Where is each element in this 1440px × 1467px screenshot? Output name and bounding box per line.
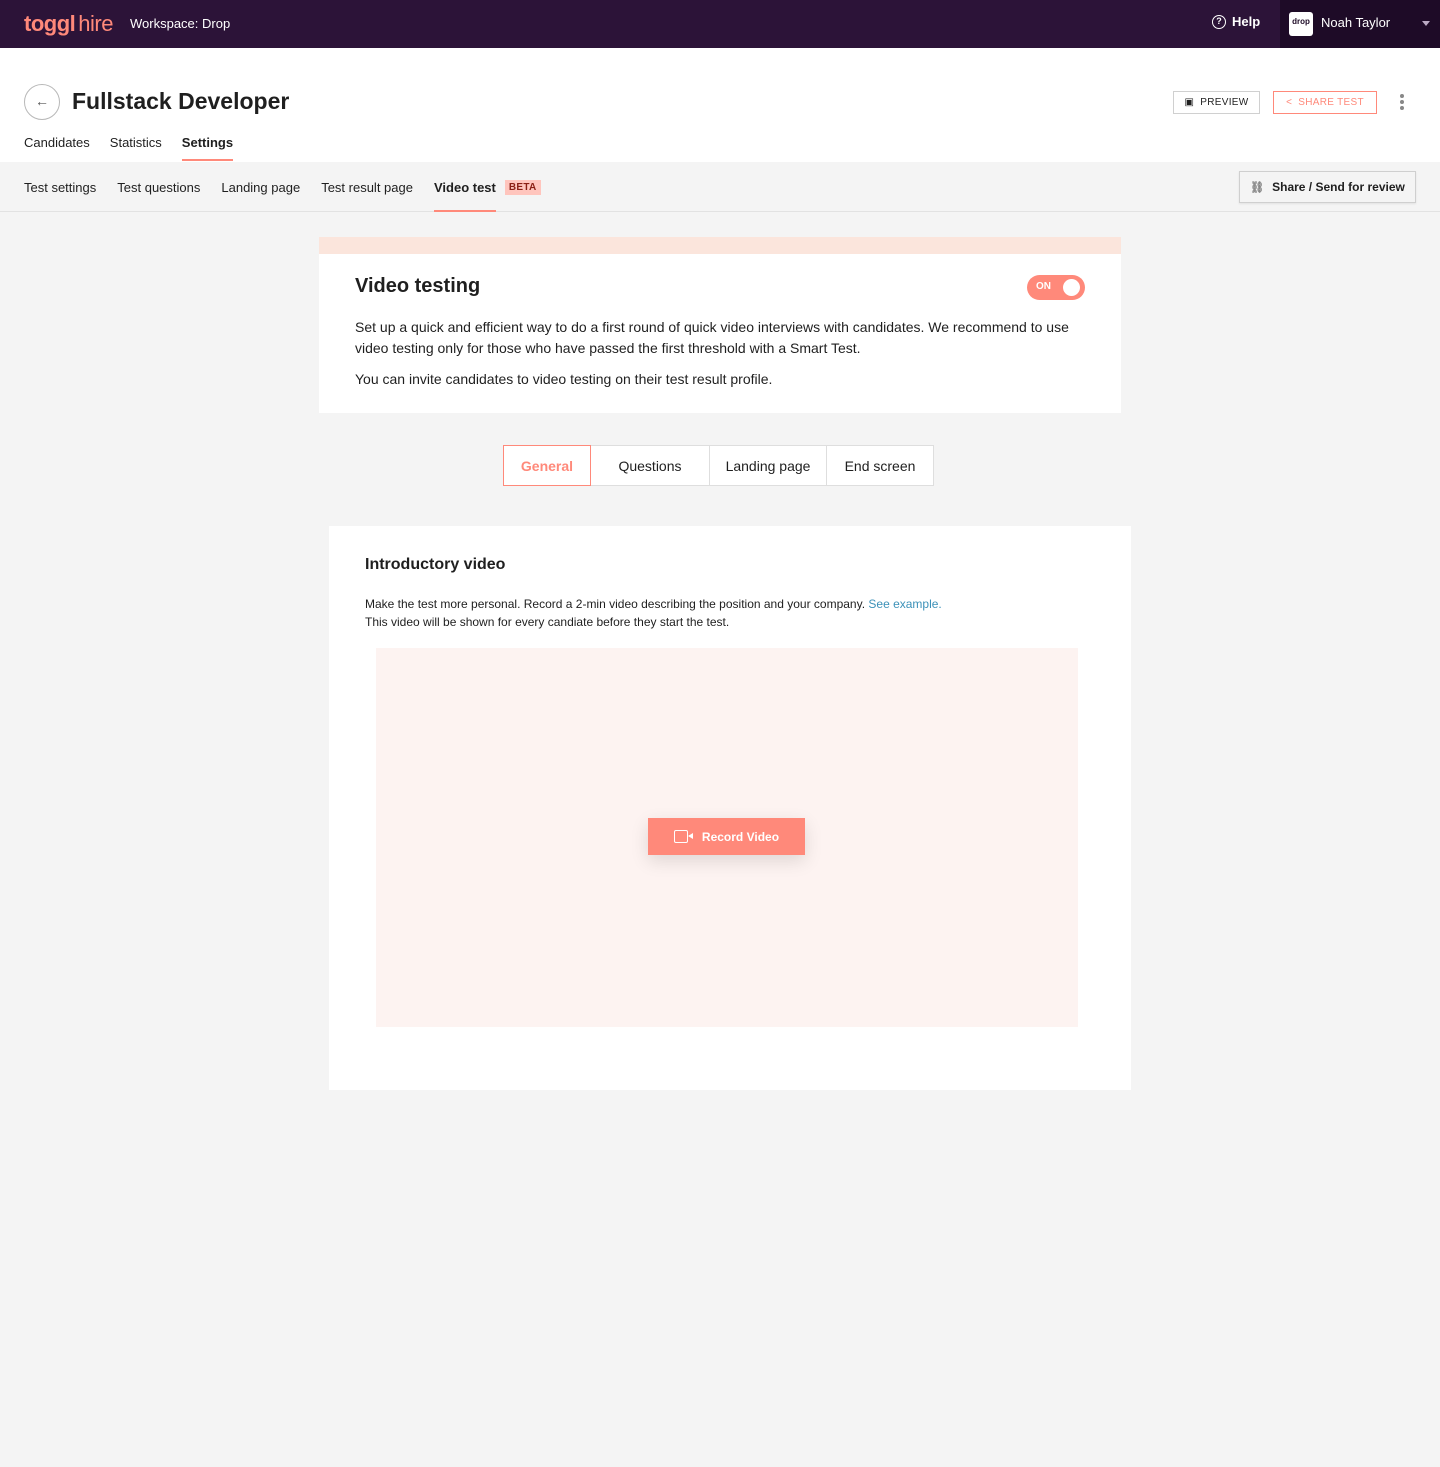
page-title: Fullstack Developer: [72, 88, 290, 114]
workspace-avatar: drop: [1289, 12, 1313, 36]
workspace-label[interactable]: Workspace: Drop: [130, 16, 230, 31]
more-options-icon[interactable]: [1398, 94, 1406, 112]
help-button[interactable]: ? Help: [1212, 14, 1260, 29]
subtab-video-test[interactable]: Video test BETA: [433, 180, 541, 227]
tab-candidates[interactable]: Candidates: [24, 135, 90, 161]
share-test-button[interactable]: < SHARE TEST: [1273, 91, 1377, 114]
description-line-2: This video will be shown for every candi…: [365, 615, 730, 629]
user-name: Noah Taylor: [1321, 15, 1391, 30]
video-testing-toggle[interactable]: ON: [1027, 275, 1085, 300]
see-example-link[interactable]: See example.: [868, 597, 941, 611]
subtab-label: Landing page: [221, 180, 301, 195]
subtab-label: Test result page: [321, 180, 413, 195]
video-test-tabs: General Questions Landing page End scree…: [503, 445, 934, 486]
video-testing-card: Video testing ON Set up a quick and effi…: [319, 237, 1121, 413]
tab-settings[interactable]: Settings: [181, 135, 234, 161]
video-testing-invite-note: You can invite candidates to video testi…: [355, 371, 773, 387]
help-label: Help: [1232, 14, 1261, 29]
segment-general[interactable]: General: [503, 445, 591, 486]
logo-light: hire: [78, 11, 113, 36]
logo-bold: toggl: [24, 11, 76, 36]
caret-down-icon: [1422, 21, 1430, 26]
record-video-button[interactable]: Record Video: [648, 818, 805, 855]
back-button[interactable]: ←: [24, 84, 60, 120]
share-icon: <: [1286, 97, 1293, 108]
subtab-test-questions[interactable]: Test questions: [117, 180, 200, 227]
settings-tabs: Test settings Test questions Landing pag…: [24, 180, 562, 227]
subtab-test-result-page[interactable]: Test result page: [321, 180, 413, 227]
video-placeholder: Record Video: [376, 648, 1078, 1027]
beta-badge: BETA: [504, 180, 541, 195]
video-camera-icon: [673, 830, 693, 843]
introductory-video-card: Introductory video Make the test more pe…: [329, 526, 1131, 1090]
user-menu[interactable]: drop Noah Taylor: [1280, 0, 1440, 48]
tab-statistics[interactable]: Statistics: [110, 135, 162, 161]
arrow-left-icon: ←: [35, 93, 49, 109]
help-icon: ?: [1212, 14, 1226, 29]
segment-landing-page[interactable]: Landing page: [709, 445, 827, 486]
preview-button[interactable]: ▣ PREVIEW: [1173, 91, 1260, 114]
preview-label: PREVIEW: [1200, 97, 1249, 108]
test-header: ← Fullstack Developer ▣ PREVIEW < SHARE …: [0, 48, 1440, 162]
subtab-label: Test settings: [24, 180, 97, 195]
share-label: SHARE TEST: [1298, 97, 1364, 108]
toggle-label: ON: [1036, 281, 1051, 292]
review-label: Share / Send for review: [1272, 180, 1405, 194]
description-line-1: Make the test more personal. Record a 2-…: [365, 597, 866, 611]
top-bar: toggl hire Workspace: Drop ? Help drop No…: [0, 0, 1440, 48]
subtab-test-settings[interactable]: Test settings: [24, 180, 96, 227]
video-testing-description: Set up a quick and efficient way to do a…: [355, 319, 1069, 356]
share-send-review-button[interactable]: ⛓ Share / Send for review: [1239, 171, 1416, 203]
subtab-landing-page[interactable]: Landing page: [221, 180, 300, 227]
link-icon: ⛓: [1250, 181, 1265, 194]
main-tabs: Candidates Statistics Settings: [24, 135, 253, 161]
introductory-video-title: Introductory video: [365, 556, 506, 573]
subtab-label: Test questions: [117, 180, 201, 195]
preview-icon: ▣: [1184, 97, 1195, 108]
video-testing-title: Video testing: [355, 275, 481, 297]
settings-subnav: Test settings Test questions Landing pag…: [0, 162, 1440, 212]
record-video-label: Record Video: [701, 829, 780, 844]
toggl-hire-logo[interactable]: toggl hire: [24, 11, 113, 37]
segment-questions[interactable]: Questions: [590, 445, 710, 486]
toggle-knob: [1063, 279, 1080, 296]
segment-end-screen[interactable]: End screen: [826, 445, 934, 486]
card-band: [319, 237, 1121, 254]
introductory-video-description: Make the test more personal. Record a 2-…: [365, 595, 942, 631]
subtab-label: Video test: [433, 180, 496, 212]
